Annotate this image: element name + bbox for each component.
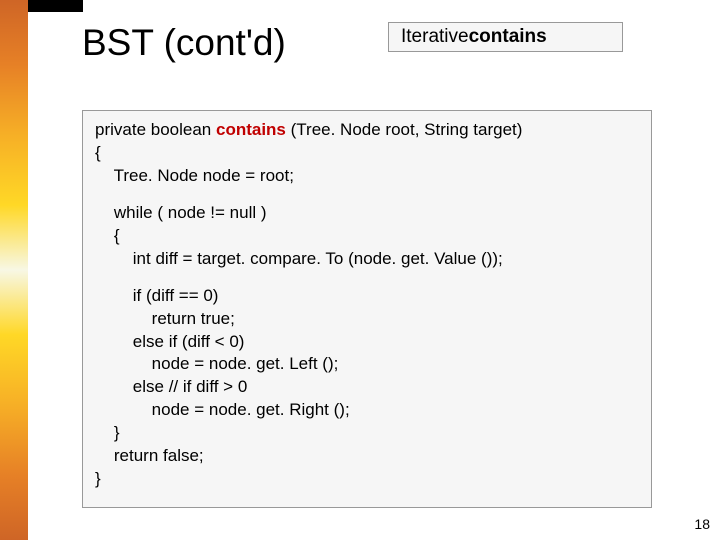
gradient-strip (0, 0, 28, 540)
code-line: return false; (95, 445, 641, 468)
sig-pre: private boolean (95, 120, 216, 139)
code-line: } (95, 422, 641, 445)
code-line: { (95, 225, 641, 248)
page-number: 18 (694, 516, 710, 532)
code-line: if (diff == 0) (95, 285, 641, 308)
code-line: node = node. get. Left (); (95, 353, 641, 376)
code-line: node = node. get. Right (); (95, 399, 641, 422)
code-line: Tree. Node node = root; (95, 165, 641, 188)
code-line: while ( node != null ) (95, 202, 641, 225)
label-prefix: Iterative (401, 26, 469, 48)
label-box: Iterative contains (388, 22, 623, 52)
code-signature: private boolean contains (Tree. Node roo… (95, 119, 641, 142)
code-line: else if (diff < 0) (95, 331, 641, 354)
corner-bar (28, 0, 83, 12)
code-line: return true; (95, 308, 641, 331)
sig-red: contains (216, 120, 286, 139)
code-block: private boolean contains (Tree. Node roo… (82, 110, 652, 508)
sig-post: (Tree. Node root, String target) (286, 120, 523, 139)
code-line: else // if diff > 0 (95, 376, 641, 399)
label-bold: contains (469, 26, 547, 48)
code-line: int diff = target. compare. To (node. ge… (95, 248, 641, 271)
code-line: { (95, 142, 641, 165)
slide-title: BST (cont'd) (82, 22, 286, 64)
code-line: } (95, 468, 641, 491)
